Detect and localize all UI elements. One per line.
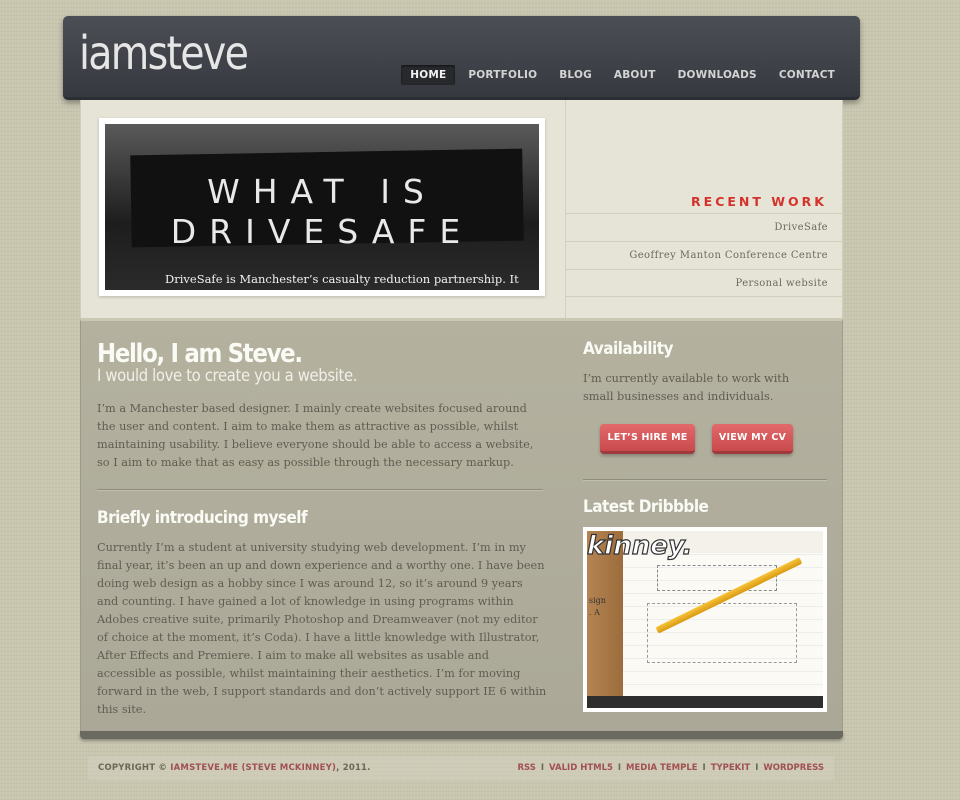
footer-link-valid-html5[interactable]: VALID HTML5 bbox=[549, 763, 613, 773]
footer-links: RSS I VALID HTML5 I MEDIA TEMPLE I TYPEK… bbox=[518, 763, 824, 773]
content-divider bbox=[97, 489, 543, 490]
copyright-text: COPYRIGHT © IAMSTEVE.ME (STEVE MCKINNEY)… bbox=[98, 763, 371, 773]
shot-sketch-box bbox=[647, 603, 797, 663]
shot-script-text: kinney. bbox=[587, 531, 693, 562]
intro-paragraph: I’m a Manchester based designer. I mainl… bbox=[97, 402, 534, 469]
recent-work-heading: RECENT WORK bbox=[691, 194, 827, 209]
footer-separator: I bbox=[702, 763, 706, 773]
sidebar-divider bbox=[583, 479, 827, 480]
featured-caption: DriveSafe is Manchester’s casualty reduc… bbox=[165, 272, 519, 286]
brief-heading: Briefly introducing myself bbox=[97, 508, 308, 528]
nav-blog[interactable]: BLOG bbox=[550, 65, 601, 85]
footer-link-wordpress[interactable]: WORDPRESS bbox=[763, 763, 824, 773]
copyright-prefix: COPYRIGHT © bbox=[98, 763, 168, 773]
featured-title: WHAT IS DRIVESAFE bbox=[105, 172, 539, 252]
view-cv-button[interactable]: VIEW MY CV bbox=[712, 424, 793, 454]
recent-work-item[interactable]: Personal website bbox=[566, 269, 844, 297]
availability-heading: Availability bbox=[583, 339, 673, 359]
recent-work-item[interactable]: Geoffrey Manton Conference Centre bbox=[566, 241, 844, 269]
hire-me-button[interactable]: LET’S HIRE ME bbox=[600, 424, 695, 454]
site-logo[interactable]: iamsteve bbox=[79, 26, 249, 80]
nav-portfolio[interactable]: PORTFOLIO bbox=[459, 65, 546, 85]
recent-work-list: DriveSafe Geoffrey Manton Conference Cen… bbox=[566, 213, 844, 297]
recent-work-item[interactable]: DriveSafe bbox=[566, 213, 844, 241]
site-footer: COPYRIGHT © IAMSTEVE.ME (STEVE MCKINNEY)… bbox=[88, 756, 834, 780]
footer-separator: I bbox=[755, 763, 759, 773]
copyright-suffix: , 2011. bbox=[336, 763, 371, 773]
site-header: iamsteve HOME PORTFOLIO BLOG ABOUT DOWNL… bbox=[63, 16, 860, 100]
availability-text: I’m currently available to work with sma… bbox=[583, 372, 790, 403]
nav-home[interactable]: HOME bbox=[401, 65, 456, 85]
featured-title-line1: WHAT IS bbox=[207, 172, 437, 211]
nav-contact[interactable]: CONTACT bbox=[770, 65, 844, 85]
recent-work-panel: RECENT WORK DriveSafe Geoffrey Manton Co… bbox=[565, 100, 844, 318]
footer-separator: I bbox=[540, 763, 545, 773]
hello-subheading: I would love to create you a website. bbox=[97, 366, 358, 385]
dribbble-shot-image[interactable]: kinney. sign . A bbox=[587, 531, 823, 708]
hello-heading: Hello, I am Steve. bbox=[97, 339, 303, 369]
footer-link-media-temple[interactable]: MEDIA TEMPLE bbox=[626, 763, 698, 773]
shot-small-text: sign . A bbox=[589, 596, 606, 617]
footer-link-rss[interactable]: RSS bbox=[518, 763, 536, 773]
nav-downloads[interactable]: DOWNLOADS bbox=[669, 65, 766, 85]
footer-link-typekit[interactable]: TYPEKIT bbox=[711, 763, 751, 773]
dribbble-heading: Latest Dribbble bbox=[583, 497, 709, 517]
featured-title-line2: DRIVESAFE bbox=[170, 212, 474, 251]
content-bottom-edge bbox=[80, 731, 843, 739]
footer-separator: I bbox=[617, 763, 622, 773]
dribbble-shot-frame[interactable]: kinney. sign . A bbox=[583, 527, 827, 712]
shot-bottom-bar bbox=[587, 696, 823, 708]
featured-section: WHAT IS DRIVESAFE DriveSafe is Mancheste… bbox=[80, 100, 844, 318]
copyright-link[interactable]: IAMSTEVE.ME (STEVE MCKINNEY) bbox=[170, 763, 336, 773]
featured-image-frame[interactable]: WHAT IS DRIVESAFE DriveSafe is Mancheste… bbox=[99, 118, 545, 296]
featured-image[interactable]: WHAT IS DRIVESAFE DriveSafe is Mancheste… bbox=[105, 124, 539, 290]
brief-paragraph: Currently I’m a student at university st… bbox=[97, 541, 547, 716]
nav-about[interactable]: ABOUT bbox=[605, 65, 665, 85]
main-content: Hello, I am Steve. I would love to creat… bbox=[80, 319, 843, 732]
main-nav: HOME PORTFOLIO BLOG ABOUT DOWNLOADS CONT… bbox=[401, 65, 844, 85]
